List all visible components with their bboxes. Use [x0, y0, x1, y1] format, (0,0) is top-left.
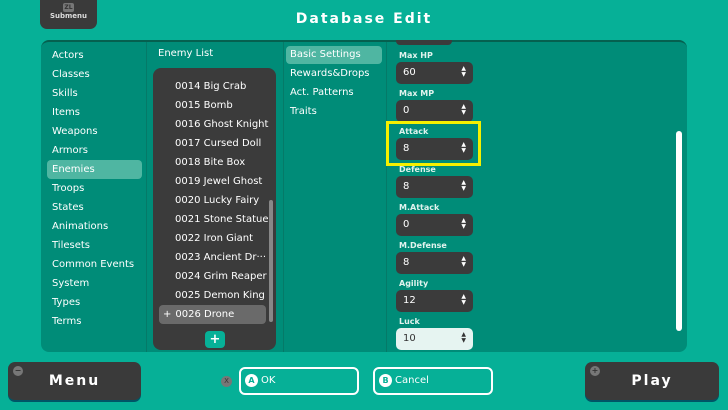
spinner-arrows-icon[interactable]: ▲ ▼ — [461, 180, 466, 192]
enemy-name: 0024 Grim Reaper — [175, 271, 267, 282]
play-button[interactable]: + Play — [585, 362, 719, 400]
spinner-arrows-icon[interactable]: ▲ ▼ — [461, 104, 466, 116]
max-mp-label: Max MP — [399, 89, 435, 98]
sidebar-item-terms[interactable]: Terms — [51, 312, 146, 331]
plus-key-icon: + — [590, 366, 600, 376]
enemy-name: 0026 Drone — [175, 309, 235, 320]
add-enemy-button[interactable]: + — [205, 331, 225, 348]
page-title: Database Edit — [295, 11, 433, 27]
tab-traits[interactable]: Traits — [286, 103, 382, 121]
enemy-list: 0014 Big Crab 0015 Bomb 0016 Ghost Knight 0… — [153, 68, 276, 350]
enemy-name: 0016 Ghost Knight — [175, 119, 269, 130]
enemy-list-item[interactable]: 0019 Jewel Ghost — [175, 172, 262, 191]
divider — [283, 42, 284, 352]
m-defense-stepper[interactable]: 8 ▲ ▼ — [396, 252, 473, 274]
enemy-name: 0021 Stone Statue — [175, 214, 269, 225]
enemy-list-item[interactable]: 0024 Grim Reaper — [175, 267, 267, 286]
spinner-arrows-icon[interactable]: ▲ ▼ — [461, 332, 466, 344]
enemy-name: 0023 Ancient Dr··· — [175, 252, 267, 263]
menu-button[interactable]: − Menu — [8, 362, 141, 400]
agility-value: 12 — [403, 295, 416, 306]
enemy-name: 0022 Iron Giant — [175, 233, 254, 244]
enemy-list-item[interactable]: 0022 Iron Giant — [175, 229, 253, 248]
sidebar-item-troops[interactable]: Troops — [51, 179, 146, 198]
enemy-name: 0015 Bomb — [175, 100, 233, 111]
a-key-icon: A — [245, 373, 258, 387]
m-attack-value: 0 — [403, 219, 410, 230]
max-mp-stepper[interactable]: 0 ▲ ▼ — [396, 100, 473, 122]
sidebar-item-actors[interactable]: Actors — [51, 46, 146, 65]
x-key-icon: X — [221, 376, 232, 387]
sidebar-item-tilesets[interactable]: Tilesets — [51, 236, 146, 255]
plus-icon: + — [163, 309, 172, 320]
enemy-list-item[interactable]: 0017 Cursed Doll — [175, 134, 261, 153]
luck-value: 10 — [403, 333, 416, 344]
sidebar-item-skills[interactable]: Skills — [51, 84, 146, 103]
menu-label: Menu — [48, 373, 101, 389]
settings-scrollbar[interactable] — [676, 131, 682, 331]
spinner-arrows-icon[interactable]: ▲ ▼ — [461, 256, 466, 268]
enemy-list-title: Enemy List — [158, 48, 214, 59]
tab-act-patterns[interactable]: Act. Patterns — [286, 84, 382, 102]
m-defense-value: 8 — [403, 257, 410, 268]
enemy-list-item[interactable]: 0020 Lucky Fairy — [175, 191, 259, 210]
sidebar-item-armors[interactable]: Armors — [51, 141, 146, 160]
enemy-name: 0025 Demon King — [175, 290, 265, 301]
sidebar-item-states[interactable]: States — [51, 198, 146, 217]
cancel-button[interactable]: B Cancel — [373, 367, 493, 395]
max-mp-value: 0 — [403, 105, 410, 116]
luck-label: Luck — [399, 317, 420, 326]
max-hp-value: 60 — [403, 67, 416, 78]
database-panel: Actors Classes Skills Items Weapons Armors Ene… — [41, 40, 687, 352]
tab-rewards-drops[interactable]: Rewards&Drops — [286, 65, 382, 83]
defense-label: Defense — [399, 165, 436, 174]
ok-button[interactable]: A OK — [239, 367, 359, 395]
spinner-arrows-icon[interactable]: ▲ ▼ — [461, 66, 466, 78]
sidebar-item-classes[interactable]: Classes — [51, 65, 146, 84]
m-attack-stepper[interactable]: 0 ▲ ▼ — [396, 214, 473, 236]
sidebar-item-system[interactable]: System — [51, 274, 146, 293]
sidebar-item-animations[interactable]: Animations — [51, 217, 146, 236]
enemy-list-scrollbar[interactable] — [269, 200, 273, 322]
agility-label: Agility — [399, 279, 429, 288]
enemy-name: 0020 Lucky Fairy — [175, 195, 260, 206]
enemy-list-item[interactable]: 0015 Bomb — [175, 96, 233, 115]
enemy-name: 0019 Jewel Ghost — [175, 176, 263, 187]
defense-value: 8 — [403, 181, 410, 192]
spinner-arrows-icon[interactable]: ▲ ▼ — [461, 294, 466, 306]
minus-key-icon: − — [13, 366, 23, 376]
sidebar-item-enemies[interactable]: Enemies — [47, 160, 142, 179]
divider — [146, 42, 147, 352]
sidebar-item-types[interactable]: Types — [51, 293, 146, 312]
field-box-partial — [396, 40, 452, 45]
spinner-arrows-icon[interactable]: ▲ ▼ — [461, 218, 466, 230]
ok-label: OK — [261, 375, 276, 386]
max-hp-stepper[interactable]: 60 ▲ ▼ — [396, 62, 473, 84]
m-defense-label: M.Defense — [399, 241, 447, 250]
defense-stepper[interactable]: 8 ▲ ▼ — [396, 176, 473, 198]
agility-stepper[interactable]: 12 ▲ ▼ — [396, 290, 473, 312]
sidebar-item-items[interactable]: Items — [51, 103, 146, 122]
divider — [386, 42, 387, 352]
enemy-name: 0017 Cursed Doll — [175, 138, 262, 149]
attack-highlight — [386, 121, 481, 166]
enemy-list-item[interactable]: 0025 Demon King — [175, 286, 265, 305]
enemy-name: 0014 Big Crab — [175, 81, 247, 92]
max-hp-label: Max HP — [399, 51, 433, 60]
sidebar-item-weapons[interactable]: Weapons — [51, 122, 146, 141]
b-key-icon: B — [379, 373, 392, 387]
play-label: Play — [631, 373, 673, 389]
tab-basic-settings[interactable]: Basic Settings — [286, 46, 382, 64]
enemy-list-item[interactable]: +0026 Drone — [159, 305, 266, 324]
enemy-name: 0018 Bite Box — [175, 157, 246, 168]
cancel-label: Cancel — [395, 375, 429, 386]
m-attack-label: M.Attack — [399, 203, 440, 212]
enemy-list-item[interactable]: 0021 Stone Statue — [175, 210, 269, 229]
enemy-list-item[interactable]: 0014 Big Crab — [175, 77, 246, 96]
luck-stepper[interactable]: 10 ▲ ▼ — [396, 328, 473, 350]
enemy-list-item[interactable]: 0016 Ghost Knight — [175, 115, 268, 134]
sidebar-item-common-events[interactable]: Common Events — [51, 255, 146, 274]
enemy-list-item[interactable]: 0023 Ancient Dr··· — [175, 248, 266, 267]
enemy-list-item[interactable]: 0018 Bite Box — [175, 153, 245, 172]
